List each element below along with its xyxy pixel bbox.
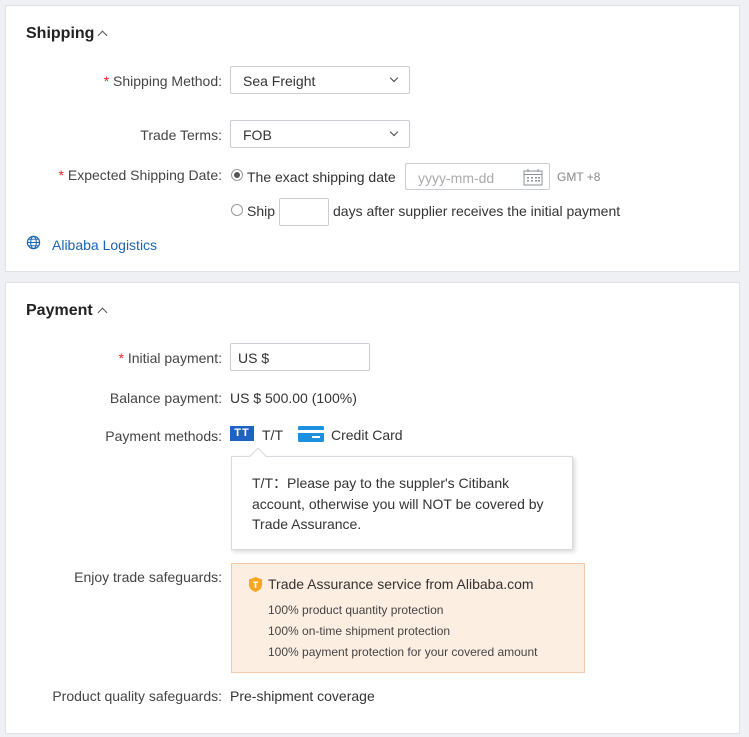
credit-card-method-label[interactable]: Credit Card xyxy=(331,427,403,443)
radio-ship-days[interactable] xyxy=(231,204,243,216)
initial-payment-value: US $ xyxy=(238,350,270,366)
credit-card-icon[interactable] xyxy=(298,426,324,442)
balance-payment-label: Balance payment: xyxy=(109,390,222,406)
shipping-method-label-text: Shipping Method: xyxy=(113,73,222,89)
date-placeholder: yyyy-mm-dd xyxy=(418,170,495,186)
radio-exact-date[interactable] xyxy=(231,169,243,181)
trade-assurance-title: Trade Assurance service from Alibaba.com xyxy=(268,576,534,592)
shipping-method-value: Sea Freight xyxy=(243,73,316,89)
globe-icon xyxy=(26,235,41,250)
trade-assurance-shield-icon xyxy=(249,577,262,592)
payment-title: Payment xyxy=(26,302,93,319)
trade-assurance-box: Trade Assurance service from Alibaba.com… xyxy=(231,563,585,673)
initial-payment-input[interactable]: US $ xyxy=(230,343,370,371)
calendar-icon[interactable] xyxy=(523,169,543,186)
trade-terms-label: Trade Terms: xyxy=(140,127,222,143)
required-mark: * xyxy=(118,350,124,366)
exact-date-option-label[interactable]: The exact shipping date xyxy=(247,169,396,185)
safeguard-item: 100% on-time shipment protection xyxy=(268,624,451,638)
payment-panel: Payment * Initial payment: US $ Balance … xyxy=(5,282,740,734)
shipping-method-label: * Shipping Method: xyxy=(26,73,222,89)
alibaba-logistics-link[interactable]: Alibaba Logistics xyxy=(52,237,157,253)
tt-tooltip: T/T：Please pay to the suppler's Citibank… xyxy=(231,447,573,550)
expected-date-label-text: Expected Shipping Date: xyxy=(67,167,222,183)
initial-payment-label: * Initial payment: xyxy=(26,350,222,366)
required-mark: * xyxy=(58,167,64,183)
shipping-title: Shipping xyxy=(26,25,95,42)
tt-icon[interactable]: TT xyxy=(230,426,254,441)
payment-methods-label: Payment methods: xyxy=(105,428,222,444)
shipping-collapse-icon[interactable] xyxy=(97,30,108,41)
trade-terms-select[interactable]: FOB xyxy=(230,120,410,148)
tt-method-label[interactable]: T/T xyxy=(262,427,283,443)
payment-collapse-icon[interactable] xyxy=(97,307,108,318)
ship-days-input[interactable] xyxy=(279,198,329,226)
product-quality-label: Product quality safeguards: xyxy=(52,688,222,704)
shipping-panel: Shipping * Shipping Method: Sea Freight … xyxy=(5,5,740,272)
required-mark: * xyxy=(103,73,110,89)
chevron-down-icon xyxy=(389,127,399,137)
trade-safeguards-label: Enjoy trade safeguards: xyxy=(74,569,222,585)
ship-option-label[interactable]: Ship xyxy=(247,203,275,219)
initial-payment-label-text: Initial payment: xyxy=(127,350,222,366)
tooltip-arrow xyxy=(249,447,267,465)
trade-terms-value: FOB xyxy=(243,127,272,143)
chevron-down-icon xyxy=(389,73,399,83)
safeguard-item: 100% payment protection for your covered… xyxy=(268,645,538,659)
timezone-label: GMT +8 xyxy=(557,170,601,184)
balance-payment-value: US $ 500.00 (100%) xyxy=(230,390,357,406)
expected-date-label: * Expected Shipping Date: xyxy=(26,167,222,183)
ship-days-suffix: days after supplier receives the initial… xyxy=(333,203,621,219)
shipping-method-select[interactable]: Sea Freight xyxy=(230,66,410,94)
shipping-date-input[interactable]: yyyy-mm-dd xyxy=(405,163,550,190)
product-quality-value: Pre-shipment coverage xyxy=(230,688,375,704)
safeguard-item: 100% product quantity protection xyxy=(268,603,444,617)
tooltip-text: T/T：Please pay to the suppler's Citibank… xyxy=(252,475,544,532)
